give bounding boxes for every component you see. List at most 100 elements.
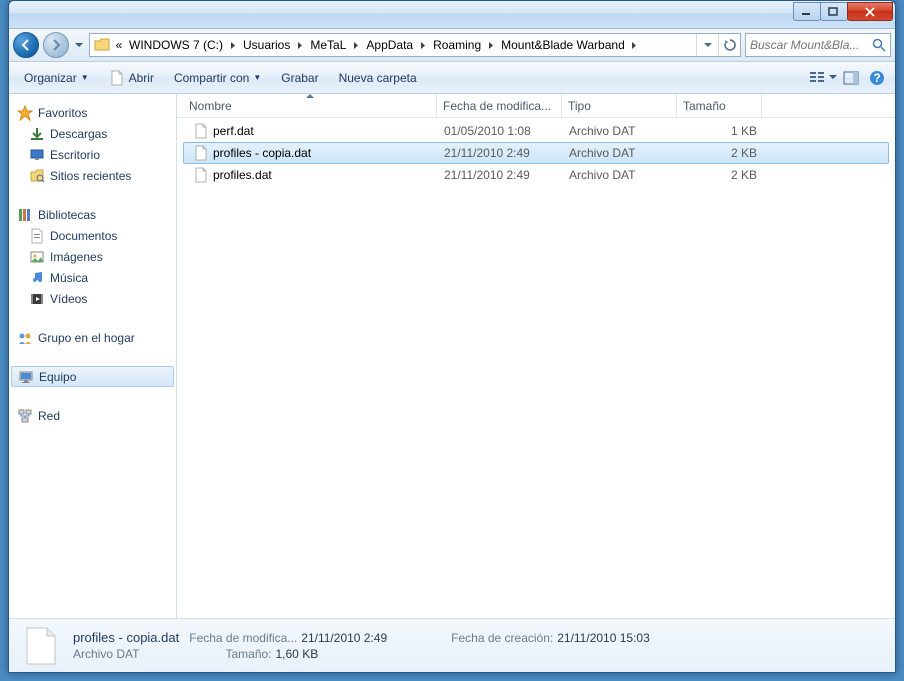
titlebar (9, 1, 895, 29)
chevron-right-icon[interactable] (416, 34, 430, 56)
file-date: 21/11/2010 2:49 (438, 146, 563, 160)
file-date: 21/11/2010 2:49 (438, 168, 563, 182)
breadcrumb-item[interactable]: Usuarios (240, 34, 293, 56)
overflow-chevron[interactable]: « (112, 34, 126, 56)
chevron-right-icon[interactable] (628, 34, 642, 56)
details-mod-label: Fecha de modifica... (189, 631, 297, 645)
file-size: 1 KB (678, 124, 763, 138)
sidebar-item-música[interactable]: Música (9, 267, 176, 288)
help-button[interactable]: ? (865, 66, 889, 90)
preview-pane-button[interactable] (839, 66, 863, 90)
details-title: profiles - copia.dat (73, 630, 179, 645)
forward-button[interactable] (43, 32, 69, 58)
item-icon (29, 228, 45, 244)
search-box[interactable] (745, 33, 891, 57)
chevron-right-icon[interactable] (349, 34, 363, 56)
sidebar-item-vídeos[interactable]: Vídeos (9, 288, 176, 309)
breadcrumb-item[interactable]: Roaming (430, 34, 484, 56)
sidebar-group-red[interactable]: Red (9, 405, 176, 426)
file-icon (109, 70, 125, 86)
search-icon (872, 38, 886, 52)
sidebar-group-bibliotecas[interactable]: Bibliotecas (9, 204, 176, 225)
organize-button[interactable]: Organizar▼ (15, 66, 98, 90)
file-type: Archivo DAT (563, 168, 678, 182)
command-bar: Organizar▼ Abrir Compartir con▼ Grabar N… (9, 62, 895, 94)
chevron-right-icon[interactable] (226, 34, 240, 56)
details-created-label: Fecha de creación: (451, 631, 553, 645)
file-list[interactable]: perf.dat01/05/2010 1:08Archivo DAT1 KBpr… (177, 118, 895, 618)
main-area: FavoritosDescargasEscritorioSitios recie… (9, 94, 895, 618)
view-button[interactable] (805, 66, 837, 90)
chevron-right-icon[interactable] (293, 34, 307, 56)
back-button[interactable] (13, 32, 39, 58)
file-type: Archivo DAT (563, 124, 678, 138)
address-bar[interactable]: « WINDOWS 7 (C:) Usuarios MeTaL AppData Roam… (89, 33, 741, 57)
group-icon (17, 207, 33, 223)
history-dropdown[interactable] (73, 35, 85, 55)
details-mod-value: 21/11/2010 2:49 (301, 631, 387, 645)
file-name: profiles - copia.dat (213, 146, 311, 160)
file-icon (193, 123, 209, 139)
details-size-label: Tamaño: (225, 647, 271, 661)
folder-icon (94, 38, 110, 52)
sidebar-item-documentos[interactable]: Documentos (9, 225, 176, 246)
item-icon (29, 126, 45, 142)
file-name: profiles.dat (213, 168, 272, 182)
column-name[interactable]: Nombre (183, 94, 437, 117)
column-size[interactable]: Tamaño (677, 94, 762, 117)
breadcrumb-item[interactable]: WINDOWS 7 (C:) (126, 34, 226, 56)
maximize-button[interactable] (820, 2, 848, 21)
file-row[interactable]: profiles - copia.dat 21/11/2010 2:49Archi… (183, 142, 889, 164)
new-folder-button[interactable]: Nueva carpeta (330, 66, 426, 90)
sidebar-group-equipo[interactable]: Equipo (11, 366, 174, 387)
group-icon (17, 330, 33, 346)
group-icon (18, 369, 34, 385)
file-date: 01/05/2010 1:08 (438, 124, 563, 138)
file-row[interactable]: profiles.dat 21/11/2010 2:49Archivo DAT2 … (183, 164, 889, 186)
group-icon (17, 408, 33, 424)
nav-bar: « WINDOWS 7 (C:) Usuarios MeTaL AppData Roam… (9, 29, 895, 62)
minimize-button[interactable] (793, 2, 821, 21)
details-text: profiles - copia.dat Fecha de modifica..… (73, 630, 650, 661)
item-icon (29, 291, 45, 307)
previous-locations-button[interactable] (696, 34, 718, 56)
search-input[interactable] (750, 38, 872, 52)
open-button[interactable]: Abrir (100, 66, 163, 90)
svg-text:?: ? (873, 71, 880, 85)
sidebar-item-sitios-recientes[interactable]: Sitios recientes (9, 165, 176, 186)
file-size: 2 KB (678, 168, 763, 182)
sidebar-item-imágenes[interactable]: Imágenes (9, 246, 176, 267)
sidebar-item-escritorio[interactable]: Escritorio (9, 144, 176, 165)
file-row[interactable]: perf.dat 01/05/2010 1:08Archivo DAT1 KB (183, 120, 889, 142)
breadcrumb-item[interactable]: MeTaL (307, 34, 349, 56)
sidebar-group-grupo-en-el-hogar[interactable]: Grupo en el hogar (9, 327, 176, 348)
breadcrumb-item[interactable]: Mount&Blade Warband (498, 34, 628, 56)
sidebar-item-descargas[interactable]: Descargas (9, 123, 176, 144)
details-created-value: 21/11/2010 15:03 (557, 631, 650, 645)
item-icon (29, 147, 45, 163)
file-icon (193, 145, 209, 161)
item-icon (29, 249, 45, 265)
details-size-value: 1,60 KB (276, 647, 319, 661)
file-type: Archivo DAT (563, 146, 678, 160)
share-button[interactable]: Compartir con▼ (165, 66, 270, 90)
burn-button[interactable]: Grabar (272, 66, 327, 90)
details-pane: profiles - copia.dat Fecha de modifica..… (9, 618, 895, 672)
navigation-pane: FavoritosDescargasEscritorioSitios recie… (9, 94, 177, 618)
item-icon (29, 168, 45, 184)
column-date[interactable]: Fecha de modifica... (437, 94, 562, 117)
column-headers: Nombre Fecha de modifica... Tipo Tamaño (177, 94, 895, 118)
chevron-right-icon[interactable] (484, 34, 498, 56)
file-name: perf.dat (213, 124, 254, 138)
item-icon (29, 270, 45, 286)
file-size: 2 KB (678, 146, 763, 160)
refresh-button[interactable] (718, 34, 740, 56)
breadcrumb-item[interactable]: AppData (363, 34, 416, 56)
file-list-area: Nombre Fecha de modifica... Tipo Tamaño … (177, 94, 895, 618)
file-icon (19, 625, 61, 667)
group-icon (17, 105, 33, 121)
sidebar-group-favoritos[interactable]: Favoritos (9, 102, 176, 123)
close-button[interactable] (847, 2, 893, 21)
column-type[interactable]: Tipo (562, 94, 677, 117)
details-subtitle: Archivo DAT (73, 647, 139, 661)
